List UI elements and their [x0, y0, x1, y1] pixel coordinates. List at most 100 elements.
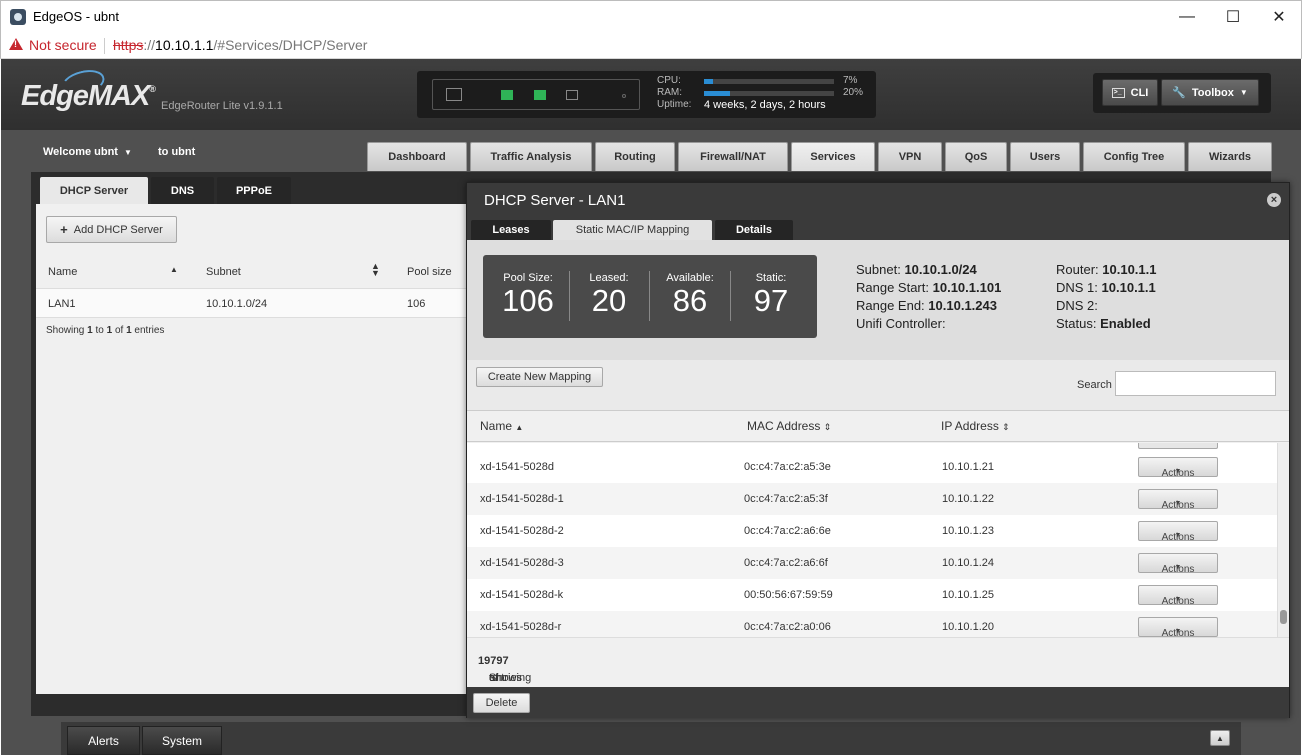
- unifi-info: Unifi Controller:: [856, 315, 1001, 333]
- maximize-icon[interactable]: ☐: [1210, 1, 1256, 33]
- terminal-icon: >_: [1111, 87, 1125, 98]
- actions-button[interactable]: Actions ▼: [1138, 457, 1218, 479]
- actions-button[interactable]: Actions ▼: [1138, 521, 1218, 543]
- warning-icon: [9, 38, 23, 50]
- scrollbar-thumb[interactable]: [1280, 610, 1287, 624]
- url-host: 10.10.1.1: [155, 37, 214, 53]
- tab-qos[interactable]: QoS: [945, 142, 1007, 171]
- add-dhcp-server-label: Add DHCP Server: [73, 223, 163, 236]
- table-row[interactable]: xd-1541-5028d-k 00:50:56:67:59:59 10.10.1.…: [467, 579, 1277, 611]
- alerts-button[interactable]: Alerts: [67, 726, 140, 755]
- tab-leases[interactable]: Leases: [471, 220, 551, 240]
- dns1-label: DNS 1:: [1056, 280, 1098, 295]
- col-name-header[interactable]: Name ▲: [480, 419, 523, 433]
- table-scrollbar[interactable]: [1277, 443, 1289, 637]
- static-stat: Static: 97: [731, 272, 811, 318]
- chevron-up-icon[interactable]: ▲: [1210, 730, 1230, 746]
- mapping-mac: 0c:c4:7a:c2:a6:6e: [744, 525, 831, 537]
- router-label: Router:: [1056, 262, 1099, 277]
- actions-button[interactable]: Actions ▼: [1138, 489, 1218, 511]
- minimize-icon[interactable]: —: [1164, 1, 1210, 33]
- col-ip-header[interactable]: IP Address ⇕: [941, 419, 1010, 433]
- chevron-down-icon: ▼: [1174, 628, 1182, 635]
- mapping-mac: 0c:c4:7a:c2:a5:3f: [744, 493, 828, 505]
- sort-asc-icon[interactable]: ▲: [170, 265, 178, 274]
- logo-text: EdgeMAX: [21, 80, 150, 112]
- col-name-header[interactable]: Name: [48, 266, 77, 278]
- range-end-info: Range End: 10.10.1.243: [856, 297, 1001, 315]
- mapping-mac: 0c:c4:7a:c2:a6:6f: [744, 557, 828, 569]
- tab-static-mapping[interactable]: Static MAC/IP Mapping: [553, 220, 712, 240]
- usb-indicator-icon: [622, 94, 626, 98]
- tab-dhcp-server[interactable]: DHCP Server: [40, 177, 148, 204]
- user-caret-icon: ▼: [123, 148, 132, 157]
- tab-firewall-nat[interactable]: Firewall/NAT: [678, 142, 788, 171]
- info-total: 97: [496, 655, 509, 667]
- tab-details[interactable]: Details: [715, 220, 793, 240]
- security-label[interactable]: Not secure: [29, 37, 97, 53]
- tab-config-tree[interactable]: Config Tree: [1083, 142, 1185, 171]
- static-value: 97: [753, 283, 789, 318]
- tab-routing[interactable]: Routing: [595, 142, 675, 171]
- sort-both-icon[interactable]: ▲ ▼: [371, 262, 380, 278]
- col-pool-header[interactable]: Pool size: [407, 266, 452, 278]
- search-input[interactable]: [1115, 371, 1276, 396]
- close-icon[interactable]: ×: [1267, 193, 1281, 207]
- user-menu[interactable]: Welcome ubnt ▼: [43, 146, 132, 158]
- actions-button[interactable]: Actions ▼: [1138, 553, 1218, 575]
- tab-wizards[interactable]: Wizards: [1188, 142, 1272, 171]
- cli-button[interactable]: >_ CLI: [1102, 79, 1158, 106]
- system-button[interactable]: System: [142, 726, 222, 755]
- table-row[interactable]: xd-1541-5028d-r 0c:c4:7a:c2:a0:06 10.10.1.…: [467, 611, 1277, 637]
- mapping-ip: 10.10.1.25: [942, 589, 994, 601]
- tab-dashboard[interactable]: Dashboard: [367, 142, 467, 171]
- address-divider: [104, 38, 105, 54]
- tab-vpn[interactable]: VPN: [878, 142, 942, 171]
- actions-button[interactable]: Actions ▼: [1138, 585, 1218, 607]
- mapping-table-header: Name ▲ MAC Address ⇕ IP Address ⇕: [467, 411, 1289, 442]
- delete-button[interactable]: Delete: [473, 693, 530, 713]
- add-dhcp-server-button[interactable]: + Add DHCP Server: [46, 216, 177, 243]
- server-table-info: Showing 1 to 1 of 1 entries: [46, 325, 164, 336]
- url-text[interactable]: https://10.10.1.1/#Services/DHCP/Server: [113, 37, 367, 53]
- table-row[interactable]: LAN1 10.10.1.0/24 106: [36, 288, 476, 318]
- tab-traffic-analysis[interactable]: Traffic Analysis: [470, 142, 592, 171]
- router-info: Router: 10.10.1.1: [1056, 261, 1156, 279]
- tab-services[interactable]: Services: [791, 142, 875, 171]
- search-label: Search: [1077, 379, 1112, 391]
- subnet-info: Subnet: 10.10.1.0/24: [856, 261, 1001, 279]
- tab-dns[interactable]: DNS: [151, 177, 214, 204]
- dhcp-details-left: Subnet: 10.10.1.0/24 Range Start: 10.10.…: [856, 261, 1001, 333]
- mapping-table-info: Showing 1 to 97 of 97 entries: [467, 637, 1289, 687]
- col-mac-header[interactable]: MAC Address ⇕: [747, 419, 831, 433]
- ram-percent: 20%: [843, 87, 864, 98]
- info-of-word: of: [112, 325, 127, 336]
- dialog-footer: Delete: [467, 687, 1289, 718]
- close-window-icon[interactable]: ✕: [1256, 1, 1302, 33]
- toolbox-button[interactable]: 🔧 Toolbox ▼: [1161, 79, 1259, 106]
- dns2-info: DNS 2:: [1056, 297, 1156, 315]
- cpu-label: CPU:: [657, 75, 681, 86]
- eth2-port-icon: [566, 90, 578, 100]
- address-bar[interactable]: Not secure https://10.10.1.1/#Services/D…: [0, 32, 1302, 59]
- actions-button[interactable]: Actions ▼: [1138, 617, 1218, 637]
- partial-actions-button[interactable]: [1138, 443, 1218, 449]
- chevron-down-icon: ▼: [1174, 564, 1182, 571]
- table-row[interactable]: xd-1541-5028d 0c:c4:7a:c2:a5:3e 10.10.1.21…: [467, 451, 1277, 483]
- ram-label: RAM:: [657, 87, 682, 98]
- table-row[interactable]: xd-1541-5028d-2 0c:c4:7a:c2:a6:6e 10.10.1.…: [467, 515, 1277, 547]
- app-header: EdgeMAX® EdgeRouter Lite v1.9.1.1 CPU: 7…: [1, 59, 1301, 130]
- tab-users[interactable]: Users: [1010, 142, 1080, 171]
- table-row[interactable]: xd-1541-5028d-3 0c:c4:7a:c2:a6:6f 10.10.1.…: [467, 547, 1277, 579]
- server-name: LAN1: [48, 298, 76, 310]
- plus-icon: +: [60, 222, 68, 237]
- create-mapping-button[interactable]: Create New Mapping: [476, 367, 603, 387]
- tab-pppoe[interactable]: PPPoE: [217, 177, 291, 204]
- subnet-label: Subnet:: [856, 262, 901, 277]
- mapping-table-body: xd-1541-5028d 0c:c4:7a:c2:a5:3e 10.10.1.21…: [467, 443, 1277, 637]
- table-row[interactable]: xd-1541-5028d-1 0c:c4:7a:c2:a5:3f 10.10.1.…: [467, 483, 1277, 515]
- status-label: Status:: [1056, 316, 1097, 331]
- col-subnet-header[interactable]: Subnet: [206, 266, 241, 278]
- to-ubnt-link[interactable]: to ubnt: [158, 146, 195, 158]
- mapping-name: xd-1541-5028d-2: [480, 525, 564, 537]
